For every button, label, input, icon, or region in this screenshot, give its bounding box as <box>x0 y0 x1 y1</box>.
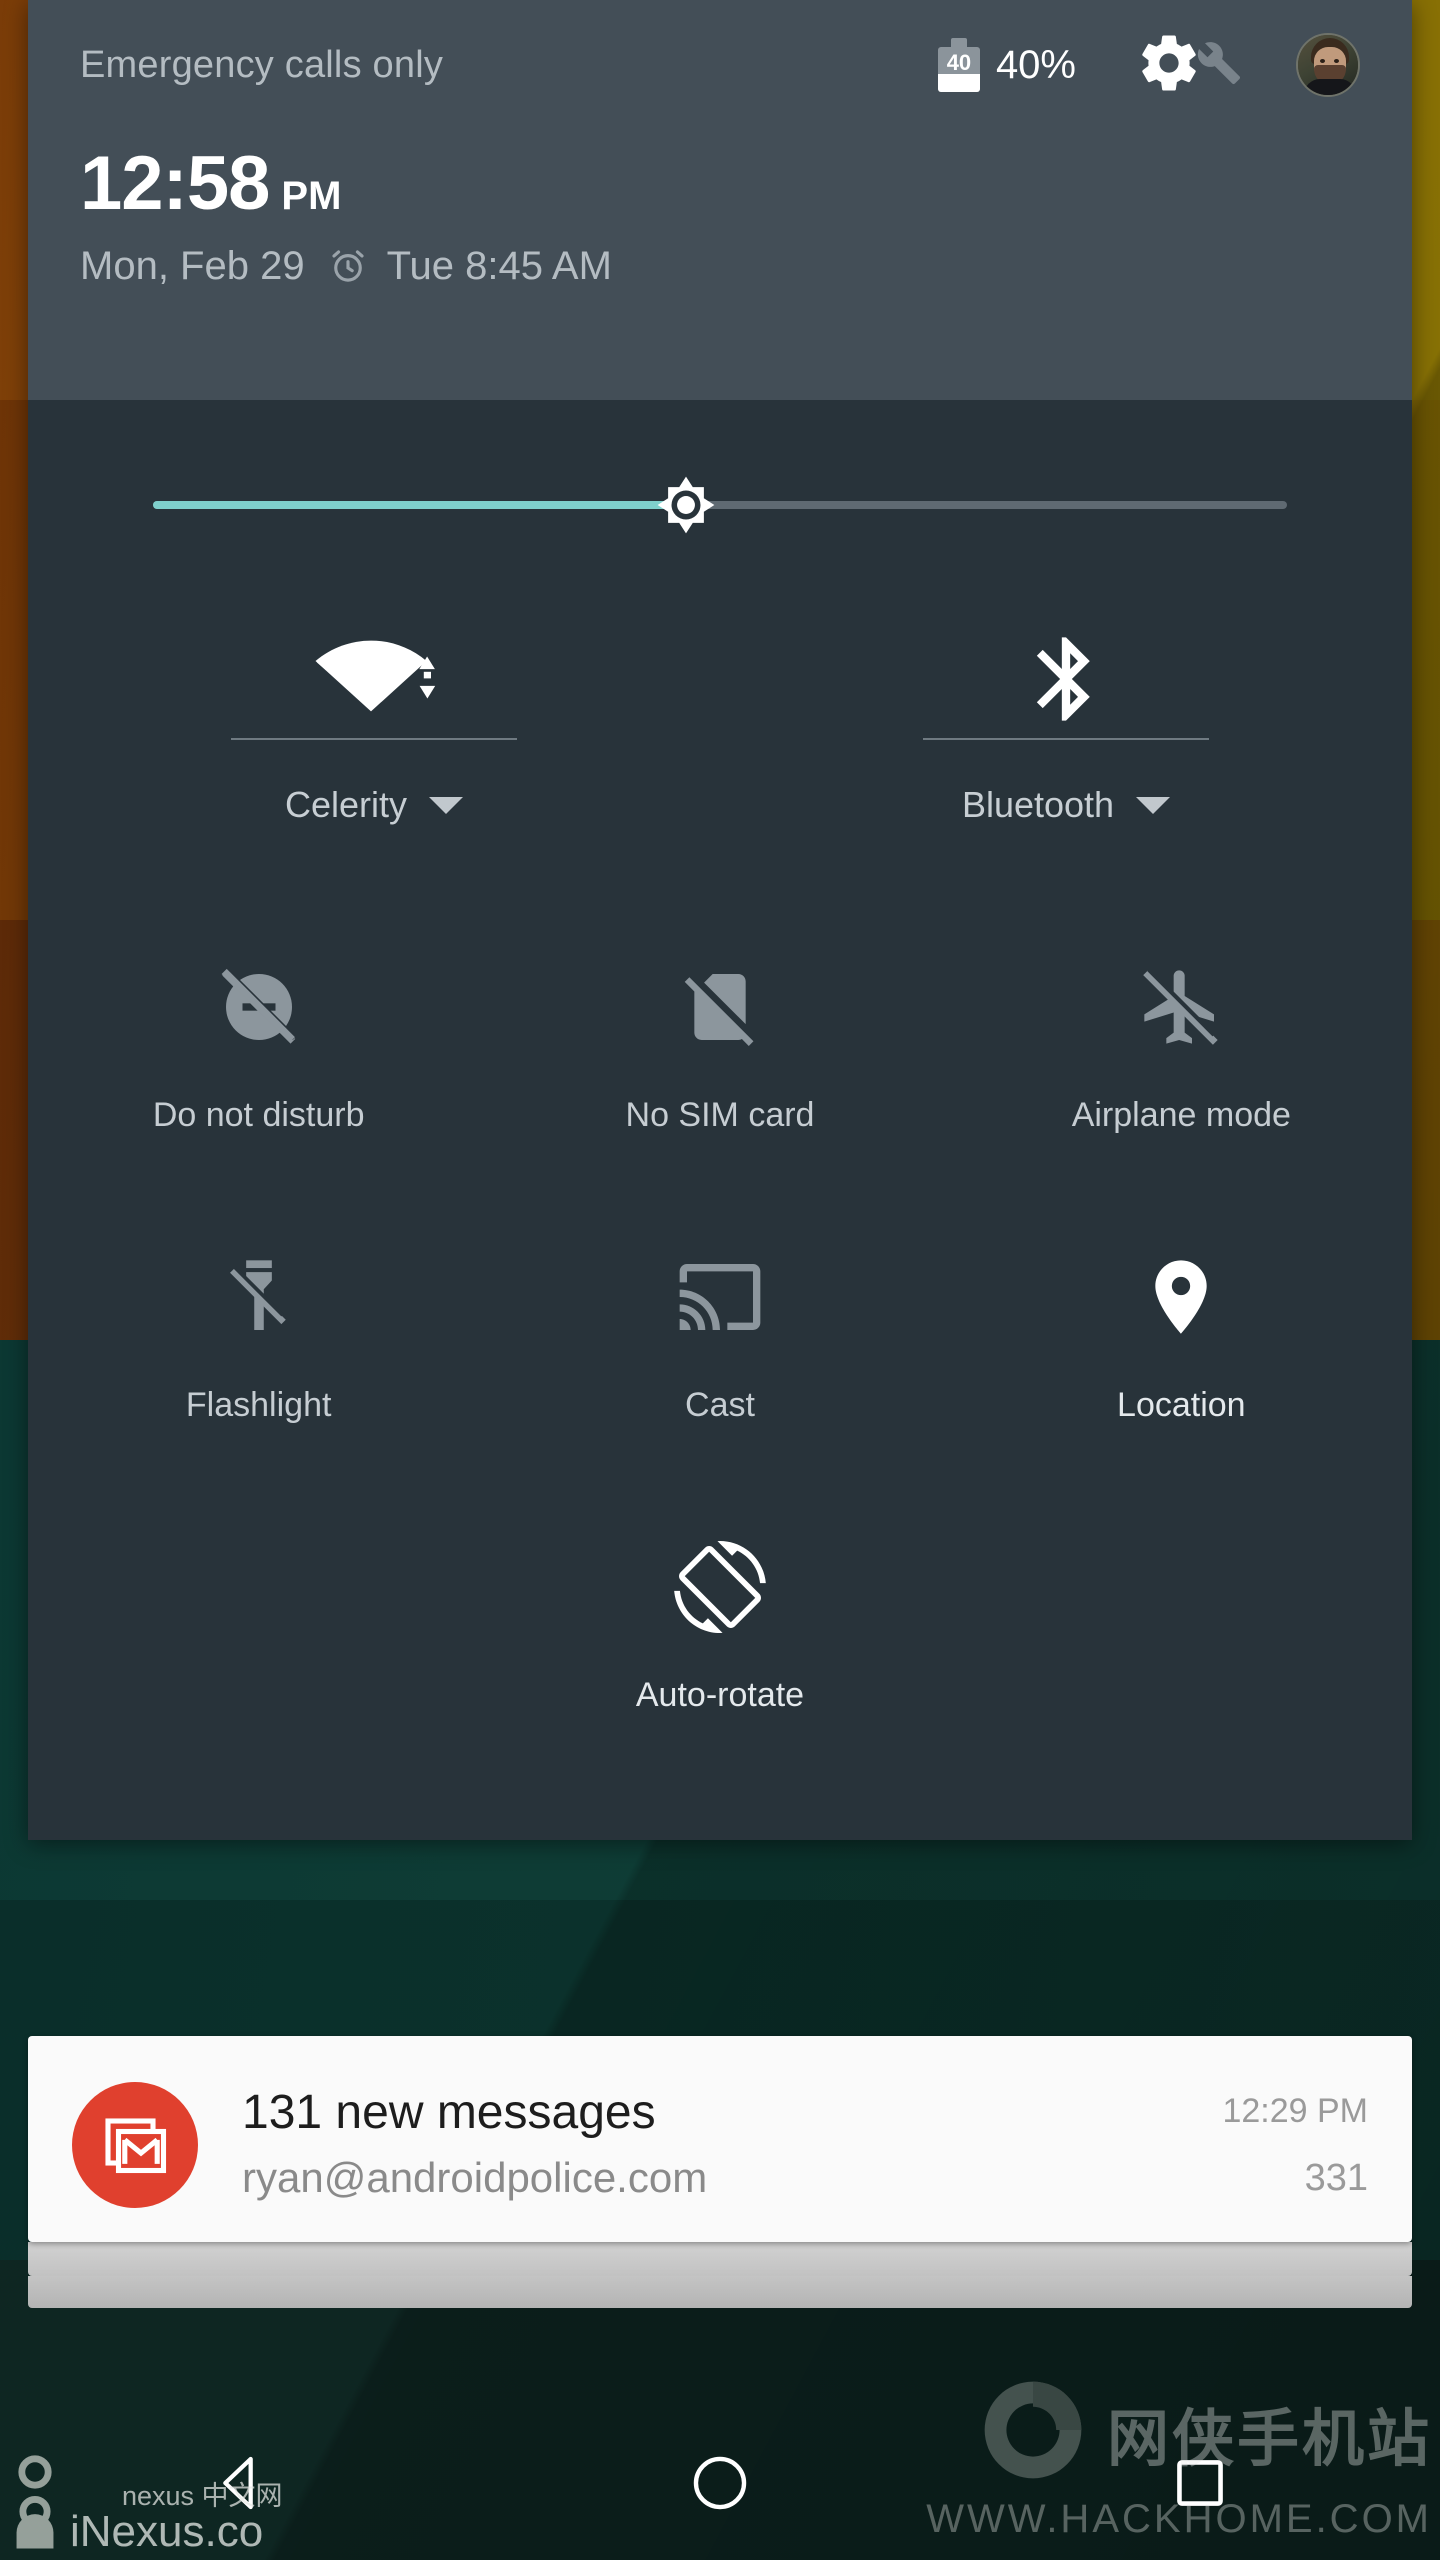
tile-do-not-disturb[interactable]: Do not disturb <box>28 910 489 1200</box>
airplane-mode-icon <box>1137 952 1225 1062</box>
carrier-label: Emergency calls only <box>80 43 444 86</box>
bluetooth-icon <box>1016 624 1116 734</box>
tile-airplane-mode-label: Airplane mode <box>1071 1096 1291 1134</box>
notification-card[interactable]: 131 new messages ryan@androidpolice.com … <box>28 2036 1412 2242</box>
clock-time: 12:58 <box>80 141 270 226</box>
wifi-icon <box>308 624 440 734</box>
avatar-eye <box>1334 59 1339 63</box>
tile-no-sim-card[interactable]: No SIM card <box>489 910 950 1200</box>
tile-wifi[interactable]: Celerity <box>28 610 720 910</box>
brightness-thumb[interactable] <box>649 468 723 542</box>
avatar-eye <box>1320 59 1325 63</box>
battery-fill <box>937 74 980 92</box>
do-not-disturb-icon <box>215 952 303 1062</box>
tile-divider <box>231 738 517 740</box>
tile-wifi-label-row[interactable]: Celerity <box>284 784 464 826</box>
brightness-slider[interactable] <box>28 400 1412 610</box>
hackhome-logo-icon <box>975 2372 1091 2493</box>
quick-settings-header: Emergency calls only 40 40% 12:58 PM Mon… <box>28 0 1412 400</box>
inexus-logo-icon <box>6 2453 64 2554</box>
notification-stack-layer[interactable] <box>28 2242 1412 2276</box>
watermark-inexus-top: nexus 中文网 <box>122 2481 283 2511</box>
brightness-track[interactable] <box>153 476 1287 534</box>
watermark-inexus-text: nexus 中文网 iNexus.co <box>70 2483 283 2554</box>
tile-do-not-disturb-label: Do not disturb <box>152 1096 365 1134</box>
chevron-down-icon[interactable] <box>429 796 464 814</box>
status-bar: Emergency calls only 40 40% <box>80 0 1360 130</box>
alarm-time-label: Tue 8:45 AM <box>386 244 612 288</box>
flashlight-off-icon <box>215 1242 303 1352</box>
gear-icon <box>1136 30 1202 101</box>
watermark-inexus-main: iNexus.co <box>70 2507 264 2556</box>
chevron-down-icon[interactable] <box>1136 796 1171 814</box>
quick-settings-shade: Emergency calls only 40 40% 12:58 PM Mon… <box>28 0 1412 1840</box>
tile-wifi-label: Celerity <box>284 784 408 825</box>
watermark-inexus: nexus 中文网 iNexus.co <box>6 2453 283 2554</box>
settings-button[interactable] <box>1136 30 1242 101</box>
tile-auto-rotate[interactable]: Auto-rotate <box>489 1490 950 1780</box>
watermark-hackhome-cn: 网侠手机站 <box>1106 2404 1432 2474</box>
notification-subtitle: ryan@androidpolice.com <box>242 2153 708 2201</box>
tile-bluetooth[interactable]: Bluetooth <box>720 610 1412 910</box>
clock-block[interactable]: 12:58 PM <box>80 130 1360 222</box>
watermark-hackhome: 网侠手机站 WWW.HACKHOME.COM <box>926 2372 1432 2542</box>
quick-settings-body: Celerity Bluetooth Do not disturb No SIM… <box>28 400 1412 1840</box>
tile-bluetooth-label: Bluetooth <box>961 784 1115 825</box>
tile-cast[interactable]: Cast <box>489 1200 950 1490</box>
tile-location[interactable]: Location <box>951 1200 1412 1490</box>
alarm-clock-icon <box>327 246 369 288</box>
tile-bluetooth-label-row[interactable]: Bluetooth <box>961 784 1171 826</box>
cast-icon <box>676 1242 764 1352</box>
tile-cast-label: Cast <box>685 1386 755 1424</box>
user-avatar[interactable] <box>1296 33 1360 97</box>
tile-flashlight[interactable]: Flashlight <box>28 1200 489 1490</box>
date-row: Mon, Feb 29 Tue 8:45 AM <box>80 244 1360 289</box>
clock-ampm: PM <box>281 174 342 218</box>
tile-flashlight-label: Flashlight <box>185 1386 332 1424</box>
notification-time: 12:29 PM <box>1222 2092 1368 2130</box>
watermark-hackhome-url: WWW.HACKHOME.COM <box>926 2497 1432 2541</box>
tile-no-sim-card-label: No SIM card <box>625 1096 815 1134</box>
notification-text-block: 131 new messages ryan@androidpolice.com <box>198 2082 1222 2202</box>
dual-tile-row: Celerity Bluetooth <box>28 610 1412 910</box>
brightness-icon <box>657 476 715 534</box>
no-sim-card-icon <box>676 952 764 1062</box>
status-icon-group: 40 40% <box>937 30 1360 101</box>
battery-level-text: 40 <box>946 50 972 75</box>
date-label: Mon, Feb 29 <box>80 244 305 288</box>
tile-auto-rotate-label: Auto-rotate <box>635 1676 805 1714</box>
auto-rotate-icon <box>674 1532 766 1642</box>
quick-settings-tile-grid: Do not disturb No SIM card Airplane mode… <box>28 910 1412 1780</box>
gmail-icon <box>72 2082 198 2208</box>
notification-stack: 131 new messages ryan@androidpolice.com … <box>28 2036 1412 2308</box>
home-circle-icon <box>689 2452 751 2519</box>
notification-title: 131 new messages <box>242 2086 656 2139</box>
tile-location-label: Location <box>1117 1386 1246 1424</box>
avatar-body <box>1304 79 1356 95</box>
battery-icon: 40 <box>937 38 980 92</box>
home-button[interactable] <box>630 2410 810 2560</box>
tile-divider <box>923 738 1209 740</box>
notification-meta: 12:29 PM 331 <box>1222 2082 1368 2200</box>
wrench-icon <box>1196 40 1242 91</box>
notification-stack-layer[interactable] <box>28 2276 1412 2308</box>
battery-percent-label: 40% <box>995 42 1076 87</box>
tile-airplane-mode[interactable]: Airplane mode <box>951 910 1412 1200</box>
location-pin-icon <box>1137 1242 1225 1352</box>
watermark-hackhome-row: 网侠手机站 <box>975 2372 1432 2493</box>
notification-count: 331 <box>1304 2157 1368 2199</box>
brightness-fill <box>153 501 686 509</box>
